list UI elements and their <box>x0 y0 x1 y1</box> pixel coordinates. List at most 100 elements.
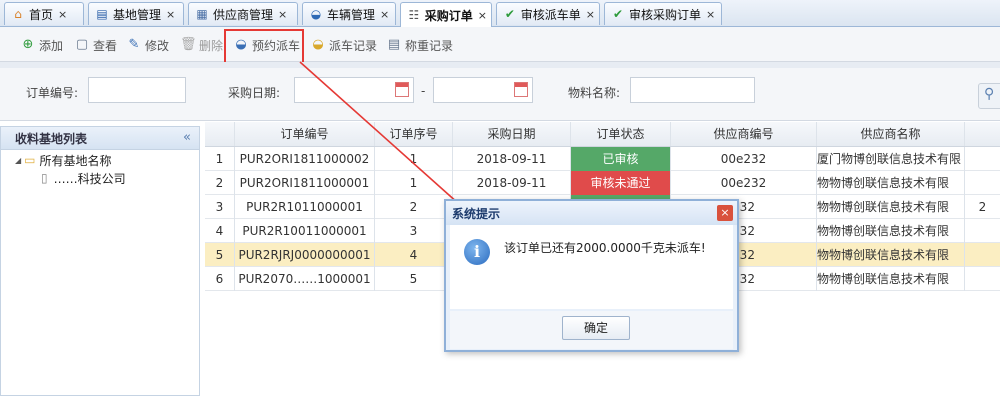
cell-order-no: PUR2ORI1811000002 <box>235 147 375 171</box>
cell-order-no: PUR2RJRJ0000000001 <box>235 243 375 267</box>
col-supplier-name[interactable]: 供应商名称 <box>817 122 965 146</box>
col-order-no[interactable]: 订单编号 <box>235 122 375 146</box>
delete-label: 删除 <box>199 38 224 53</box>
tab-supplier-management[interactable]: ▦ 供应商管理 × <box>188 2 298 25</box>
close-icon[interactable]: × <box>380 8 389 21</box>
tab-label: 审核派车单 <box>520 7 581 22</box>
dialog-footer: 确定 <box>450 311 733 349</box>
cell-purchase-date: 2018-09-11 <box>453 147 571 171</box>
close-icon[interactable]: × <box>58 8 67 21</box>
expand-triangle-icon[interactable]: ◢ <box>15 156 21 165</box>
col-order-status[interactable]: 订单状态 <box>571 122 671 146</box>
document-icon: ▢ <box>75 37 89 52</box>
close-icon[interactable]: × <box>706 8 715 21</box>
cell-order-no: PUR2R1011000001 <box>235 195 375 219</box>
dialog-title-bar[interactable]: 系统提示 <box>446 201 737 225</box>
grid-header: 订单编号 订单序号 采购日期 订单状态 供应商编号 供应商名称 <box>205 122 1000 147</box>
tab-label: 基地管理 <box>113 7 162 22</box>
tab-review-purchase-order[interactable]: ✔ 审核采购订单 × <box>604 2 722 25</box>
cell-supplier-name: 物物博创联信息技术有限 <box>817 171 965 195</box>
check-icon: ✔ <box>612 7 624 21</box>
cell-order-no: PUR2R10011000001 <box>235 219 375 243</box>
date-from-input[interactable] <box>294 77 414 103</box>
calendar-icon[interactable] <box>395 82 409 97</box>
view-label: 查看 <box>93 38 118 53</box>
dialog-title: 系统提示 <box>452 206 501 221</box>
weigh-record-button[interactable]: ▤ 称重记录 <box>386 36 453 54</box>
info-icon: i <box>464 239 490 265</box>
tab-label: 供应商管理 <box>213 7 274 22</box>
car-icon: ◒ <box>312 37 324 52</box>
table-row[interactable]: 1 PUR2ORI1811000002 1 2018-09-11 已审核 00e… <box>205 147 1000 171</box>
col-order-seq[interactable]: 订单序号 <box>375 122 453 146</box>
cell-order-seq: 2 <box>375 195 453 219</box>
close-icon[interactable]: × <box>278 8 287 21</box>
cell-purchase-date: 2018-09-11 <box>453 171 571 195</box>
table-row[interactable]: 2 PUR2ORI1811000001 1 2018-09-11 审核未通过 0… <box>205 171 1000 195</box>
tree-root-node[interactable]: ◢ ▭ 所有基地名称 <box>15 151 112 169</box>
status-badge: 已审核 <box>571 147 671 171</box>
cell-supplier-name: 厦门物博创联信息技术有限 <box>817 147 965 171</box>
row-number: 3 <box>205 195 235 219</box>
tab-label: 车辆管理 <box>327 7 376 22</box>
purchase-date-label: 采购日期: <box>228 86 281 100</box>
close-icon[interactable]: × <box>166 8 175 21</box>
close-icon[interactable]: × <box>478 9 487 22</box>
row-number: 6 <box>205 267 235 291</box>
row-number: 4 <box>205 219 235 243</box>
material-name-input[interactable] <box>630 77 755 103</box>
cell-order-seq: 4 <box>375 243 453 267</box>
cell-order-no: PUR2070……1000001 <box>235 267 375 291</box>
delete-button[interactable]: 🗑 删除 <box>180 36 223 54</box>
ok-button[interactable]: 确定 <box>562 316 630 340</box>
edit-label: 修改 <box>145 38 170 53</box>
col-purchase-date[interactable]: 采购日期 <box>453 122 571 146</box>
close-icon[interactable]: × <box>717 205 733 221</box>
add-button[interactable]: ⊕ 添加 <box>20 36 63 54</box>
dispatch-record-button[interactable]: ◒ 派车记录 <box>310 36 377 54</box>
tab-purchase-order[interactable]: ☷ 采购订单 × <box>400 2 492 27</box>
tree-root-label: 所有基地名称 <box>39 153 112 168</box>
tab-home[interactable]: ⌂ 首页 × <box>4 2 84 25</box>
col-supplier-no[interactable]: 供应商编号 <box>671 122 817 146</box>
dispatch-record-label: 派车记录 <box>329 38 378 53</box>
cell-order-no: PUR2ORI1811000001 <box>235 171 375 195</box>
add-label: 添加 <box>39 38 64 53</box>
calendar-icon[interactable] <box>514 82 528 97</box>
dialog-body: i 该订单已还有2000.0000千克未派车! <box>450 225 733 309</box>
search-button[interactable]: ⚲ <box>978 83 1000 109</box>
cell-order-seq: 1 <box>375 171 453 195</box>
panel-header: 收料基地列表 « <box>1 127 199 150</box>
car-icon: ◒ <box>310 7 322 21</box>
check-icon: ✔ <box>504 7 515 21</box>
tab-vehicle-management[interactable]: ◒ 车辆管理 × <box>302 2 396 25</box>
cell-supplier-name: 物物博创联信息技术有限 <box>817 219 965 243</box>
cell-supplier-no: 00e232 <box>671 171 817 195</box>
cell-supplier-name: 物物博创联信息技术有限 <box>817 267 965 291</box>
order-no-input[interactable] <box>88 77 186 103</box>
edit-button[interactable]: ✎ 修改 <box>126 36 169 54</box>
search-icon: ⚲ <box>984 86 995 102</box>
home-icon: ⌂ <box>14 7 22 21</box>
tab-label: 采购订单 <box>424 8 473 23</box>
close-icon[interactable]: × <box>586 8 595 21</box>
cell-supplier-no: 00e232 <box>671 147 817 171</box>
collapse-icon[interactable]: « <box>183 130 191 145</box>
tab-bar: ⌂ 首页 × ▤ 基地管理 × ▦ 供应商管理 × ◒ 车辆管理 × ☷ 采购订… <box>0 0 1000 27</box>
tab-review-dispatch[interactable]: ✔ 审核派车单 × <box>496 2 600 25</box>
plus-icon: ⊕ <box>22 37 34 52</box>
cell-order-seq: 3 <box>375 219 453 243</box>
row-number: 1 <box>205 147 235 171</box>
view-button[interactable]: ▢ 查看 <box>74 36 117 54</box>
list-icon: ☷ <box>408 8 420 22</box>
tree-child-node[interactable]: ▯ ……科技公司 <box>41 169 126 187</box>
date-range-separator: - <box>421 84 426 98</box>
list-icon: ▦ <box>196 7 208 21</box>
row-number-header <box>205 122 235 146</box>
pencil-icon: ✎ <box>128 37 140 52</box>
list-icon: ▤ <box>387 37 401 52</box>
tab-base-management[interactable]: ▤ 基地管理 × <box>88 2 184 25</box>
date-to-input[interactable] <box>433 77 533 103</box>
file-icon: ▯ <box>41 171 48 185</box>
base-list-panel: 收料基地列表 « ◢ ▭ 所有基地名称 ▯ ……科技公司 <box>0 126 200 396</box>
